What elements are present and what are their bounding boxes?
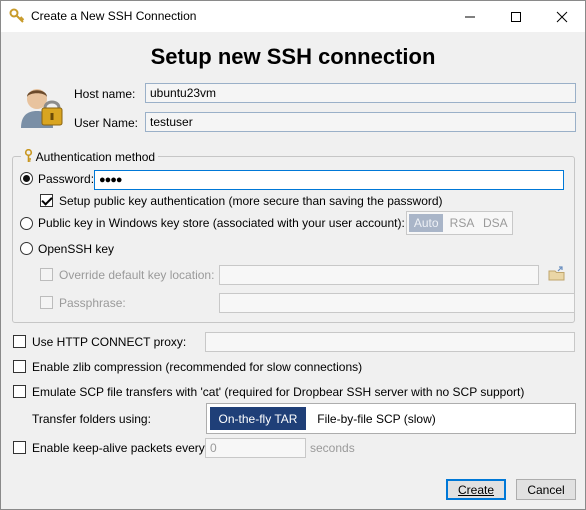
page-title: Setup new SSH connection [150, 44, 436, 69]
scp-cat-label: Emulate SCP file transfers with 'cat' (r… [32, 385, 525, 399]
keepalive-label: Enable keep-alive packets every: [32, 441, 209, 455]
windows-keystore-label: Public key in Windows key store (associa… [38, 216, 405, 230]
override-key-location-checkbox[interactable] [40, 268, 53, 281]
scp-cat-checkbox[interactable] [13, 385, 26, 398]
minimize-icon [465, 16, 475, 17]
setup-pubkey-label: Setup public key authentication (more se… [59, 194, 443, 208]
title-bar: Create a New SSH Connection [1, 1, 585, 32]
transfer-mode-tar[interactable]: On-the-fly TAR [210, 407, 306, 430]
zlib-compression-label: Enable zlib compression (recommended for… [32, 360, 363, 374]
app-key-icon [9, 8, 25, 24]
password-label: Password: [38, 172, 95, 186]
create-button[interactable]: Create [446, 479, 506, 500]
key-type-rsa[interactable]: RSA [445, 212, 478, 234]
authentication-legend: Authentication method [21, 148, 159, 166]
setup-pubkey-checkbox[interactable] [40, 194, 53, 207]
close-icon [556, 11, 568, 22]
user-name-label: User Name: [74, 116, 139, 130]
zlib-compression-checkbox[interactable] [13, 360, 26, 373]
keepalive-checkbox[interactable] [13, 441, 26, 454]
key-type-selector: Auto RSA DSA [406, 211, 513, 235]
windows-keystore-radio[interactable] [20, 217, 33, 230]
keepalive-unit-label: seconds [310, 441, 355, 455]
openssh-key-label: OpenSSH key [38, 242, 115, 256]
transfer-folders-label: Transfer folders using: [32, 412, 151, 426]
passphrase-label: Passphrase: [59, 296, 126, 310]
maximize-icon [511, 11, 521, 22]
create-button-label: Create [457, 482, 495, 497]
override-key-location-field[interactable] [219, 265, 539, 285]
transfer-mode-scp[interactable]: File-by-file SCP (slow) [309, 404, 444, 433]
password-radio[interactable] [20, 172, 33, 185]
http-proxy-field[interactable] [205, 332, 575, 352]
authentication-legend-text: Authentication method [35, 150, 156, 164]
password-field[interactable]: ●●●● [94, 170, 564, 190]
transfer-mode-selector: On-the-fly TAR File-by-file SCP (slow) [206, 403, 576, 434]
ssh-connection-dialog: Create a New SSH Connection Setup new SS… [0, 0, 586, 510]
key-type-dsa[interactable]: DSA [479, 212, 512, 234]
close-button[interactable] [539, 1, 585, 32]
host-name-label: Host name: [74, 87, 136, 101]
override-key-location-label: Override default key location: [59, 268, 215, 282]
openssh-key-radio[interactable] [20, 242, 33, 255]
host-name-field[interactable]: ubuntu23vm [145, 83, 576, 103]
maximize-button[interactable] [493, 1, 539, 32]
http-proxy-label: Use HTTP CONNECT proxy: [32, 335, 187, 349]
cancel-button[interactable]: Cancel [516, 479, 576, 500]
key-icon [24, 148, 33, 166]
user-name-field[interactable]: testuser [145, 112, 576, 132]
minimize-button[interactable] [447, 1, 493, 32]
window-title: Create a New SSH Connection [31, 9, 197, 23]
passphrase-checkbox[interactable] [40, 296, 53, 309]
browse-folder-icon[interactable] [548, 266, 566, 282]
passphrase-field[interactable] [219, 293, 575, 313]
http-proxy-checkbox[interactable] [13, 335, 26, 348]
cancel-button-label: Cancel [527, 482, 565, 497]
keepalive-seconds-field[interactable]: 0 [205, 438, 306, 458]
key-type-auto[interactable]: Auto [409, 214, 444, 232]
user-lock-icon [15, 84, 67, 130]
